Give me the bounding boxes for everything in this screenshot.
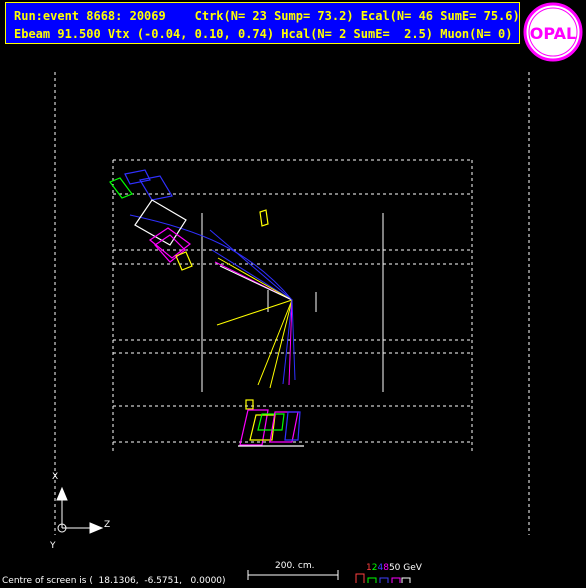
energy-key-50gev: 50 GeV <box>388 563 422 573</box>
axis-y-label: Y <box>50 541 56 551</box>
energy-legend: 124850 GeV <box>366 563 422 573</box>
axes-indicator <box>56 486 104 534</box>
screen-centre-text: Centre of screen is ( 18.1306, -6.5751, … <box>2 576 226 586</box>
detector-view <box>54 72 530 583</box>
event-display-canvas: Run:event 8668: 20069 Ctrk(N= 23 Sump= 7… <box>0 0 586 588</box>
scale-bar <box>247 570 339 580</box>
energy-legend-bars <box>355 573 411 583</box>
charged-tracks <box>129 214 296 389</box>
axis-x-label: X <box>52 472 59 482</box>
ecal-cluster-upper <box>109 169 269 271</box>
scale-label: 200. cm. <box>275 561 315 571</box>
ecal-cluster-lower <box>238 399 304 447</box>
axis-z-label: Z <box>104 520 111 530</box>
